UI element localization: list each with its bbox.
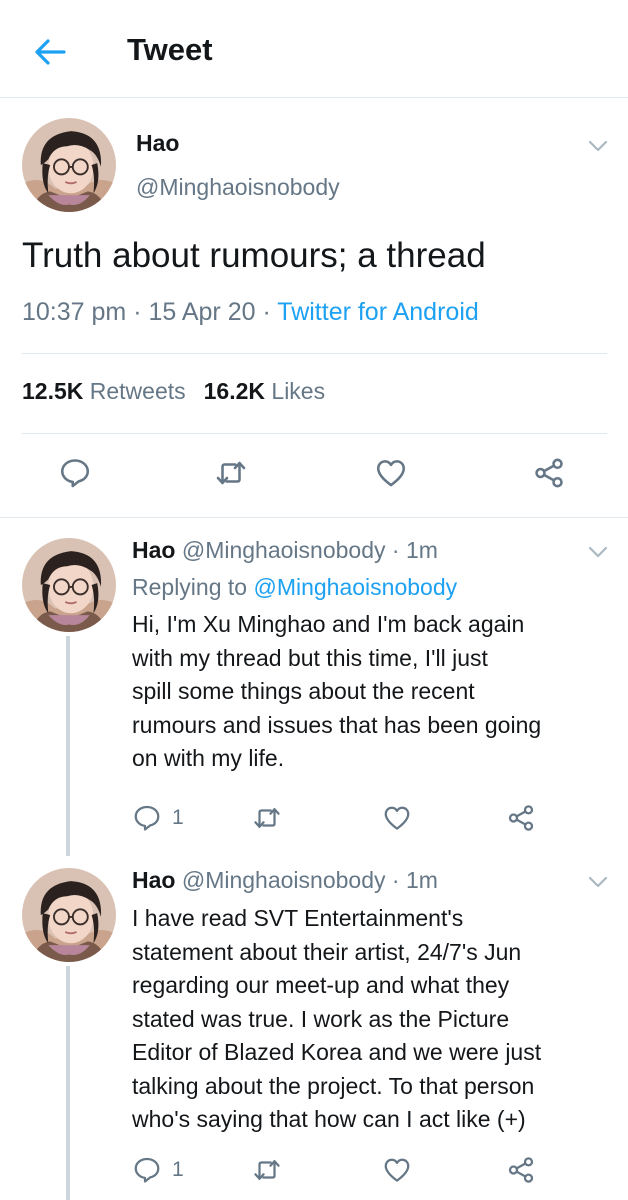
heart-icon (382, 1155, 412, 1185)
author-handle[interactable]: @Minghaoisnobody (182, 537, 386, 563)
reply-count: 1 (172, 806, 184, 829)
text-line: I have read SVT Entertainment's (132, 905, 464, 931)
meta-separator: · (262, 298, 271, 326)
reply-tweet[interactable]: Hao @Minghaoisnobody · 1m Replying to @M… (0, 518, 628, 856)
retweet-button[interactable] (214, 453, 248, 493)
tweet-text: Truth about rumours; a thread (22, 236, 486, 275)
reply-tweet[interactable]: Hao @Minghaoisnobody · 1m I have read SV… (0, 848, 628, 1200)
text-line: who's saying that how can I act like (+) (132, 1106, 526, 1132)
replying-label: Replying to (132, 574, 248, 600)
tweet-actions (0, 453, 628, 493)
author-name[interactable]: Hao (136, 130, 179, 157)
tweet-meta: 10:37 pm · 15 Apr 20 · Twitter for Andro… (22, 298, 479, 327)
back-button[interactable] (30, 32, 70, 72)
retweet-icon (252, 1155, 282, 1185)
reply-header: Hao @Minghaoisnobody · 1m (132, 537, 438, 564)
text-line: stated was true. I work as the Picture (132, 1005, 510, 1032)
like-button[interactable] (382, 1150, 412, 1190)
share-icon (506, 803, 536, 833)
retweet-icon (252, 803, 282, 833)
share-button[interactable] (532, 453, 566, 493)
avatar[interactable] (22, 118, 116, 212)
tweet-actions: 1 (0, 798, 628, 838)
reply-time: · 1m (391, 537, 438, 563)
author-handle[interactable]: @Minghaoisnobody (136, 174, 340, 201)
avatar[interactable] (22, 538, 116, 632)
meta-separator: · (133, 298, 142, 326)
like-button[interactable] (374, 453, 408, 493)
reply-time: · 1m (391, 867, 438, 893)
author-handle[interactable]: @Minghaoisnobody (182, 867, 386, 893)
share-icon (532, 456, 566, 490)
likes-label: Likes (271, 378, 326, 404)
text-line: regarding our meet-up and what they (132, 972, 510, 998)
main-tweet: Hao @Minghaoisnobody Truth about rumours… (0, 98, 628, 518)
tweet-time: 10:37 pm (22, 298, 127, 326)
retweets-count: 12.5K (22, 378, 84, 404)
chevron-down-icon[interactable] (586, 134, 610, 158)
reply-button[interactable]: 1 (132, 1150, 184, 1190)
chevron-down-icon[interactable] (586, 870, 610, 894)
comment-icon (132, 803, 162, 833)
comment-icon (58, 456, 92, 490)
retweets-stat[interactable]: 12.5K Retweets (22, 378, 186, 404)
retweet-button[interactable] (252, 798, 282, 838)
reply-text: Hi, I'm Xu Minghao and I'm back again wi… (132, 608, 612, 776)
share-button[interactable] (506, 1150, 536, 1190)
reply-button[interactable] (58, 453, 92, 493)
text-line: Hi, I'm Xu Minghao and I'm back again (132, 611, 525, 637)
text-line: on with my life. (132, 745, 285, 771)
heart-icon (374, 456, 408, 490)
author-name[interactable]: Hao (132, 537, 175, 563)
avatar[interactable] (22, 868, 116, 962)
tweet-client-link[interactable]: Twitter for Android (277, 298, 478, 326)
share-icon (506, 1155, 536, 1185)
likes-count: 16.2K (203, 378, 266, 404)
share-button[interactable] (506, 798, 536, 838)
retweets-label: Retweets (89, 378, 186, 404)
tweet-actions: 1 (0, 1150, 628, 1190)
reply-button[interactable]: 1 (132, 798, 184, 838)
reply-text: I have read SVT Entertainment's statemen… (132, 902, 612, 1137)
text-line: rumours and issues that has been going (132, 711, 542, 738)
divider (22, 433, 607, 434)
comment-icon (132, 1155, 162, 1185)
arrow-left-icon (35, 39, 66, 65)
replying-to: Replying to @Minghaoisnobody (132, 574, 457, 601)
page-title: Tweet (127, 32, 213, 67)
retweet-button[interactable] (252, 1150, 282, 1190)
text-line: statement about their artist, 24/7's Jun (132, 938, 522, 965)
like-button[interactable] (382, 798, 412, 838)
tweet-stats: 12.5K Retweets 16.2K Likes (22, 378, 325, 405)
text-line: with my thread but this time, I'll just (132, 644, 488, 671)
reply-count: 1 (172, 1158, 184, 1181)
divider (22, 353, 607, 354)
mention-link[interactable]: @Minghaoisnobody (253, 574, 457, 600)
text-line: talking about the project. To that perso… (132, 1072, 535, 1099)
text-line: spill some things about the recent (132, 678, 475, 704)
text-line: Editor of Blazed Korea and we were just (132, 1039, 542, 1065)
likes-stat[interactable]: 16.2K Likes (204, 378, 325, 404)
chevron-down-icon[interactable] (586, 540, 610, 564)
tweet-date: 15 Apr 20 (148, 298, 256, 326)
reply-header: Hao @Minghaoisnobody · 1m (132, 867, 438, 894)
retweet-icon (214, 456, 248, 490)
top-bar: Tweet (0, 0, 628, 98)
heart-icon (382, 803, 412, 833)
author-name[interactable]: Hao (132, 867, 175, 893)
